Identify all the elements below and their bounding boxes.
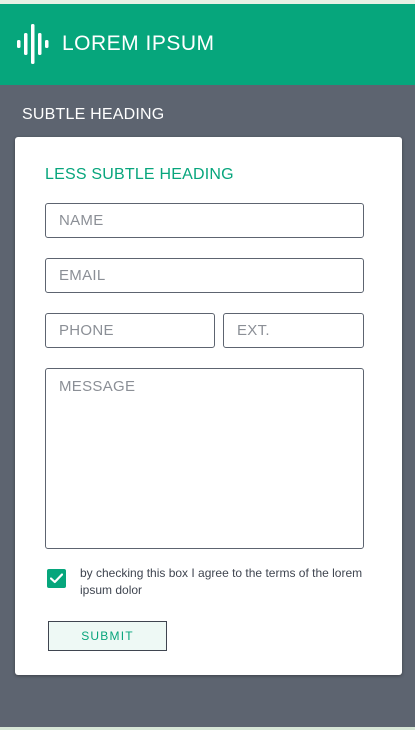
checkmark-icon [50,573,63,584]
submit-button[interactable]: SUBMIT [48,621,167,651]
phone-input[interactable] [45,313,215,348]
name-input[interactable] [45,203,364,238]
email-input[interactable] [45,258,364,293]
soundwave-logo-icon [17,24,49,64]
brand-name: LOREM IPSUM [62,32,215,55]
app-root: { "header": { "brand": "LOREM IPSUM", "l… [0,0,415,730]
subtle-heading: SUBTLE HEADING [22,106,165,123]
app-header: LOREM IPSUM [0,4,415,85]
consent-checkbox[interactable] [47,569,66,588]
contact-form-card: LESS SUBTLE HEADING by checking this box… [15,137,402,675]
consent-text: by checking this box I agree to the term… [80,566,363,597]
form-heading: LESS SUBTLE HEADING [45,166,234,183]
extension-input[interactable] [223,313,364,348]
message-textarea[interactable] [45,368,364,549]
